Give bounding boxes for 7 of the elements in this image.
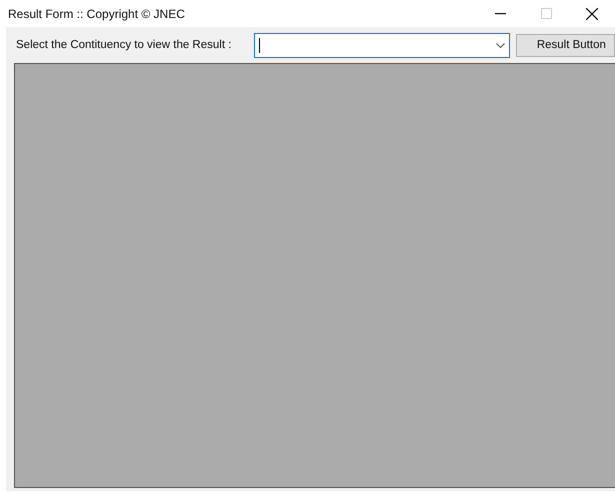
- close-icon[interactable]: [586, 8, 598, 20]
- minimize-icon[interactable]: [494, 12, 506, 14]
- result-button[interactable]: Result Button: [516, 34, 615, 56]
- chevron-down-icon: [496, 42, 505, 48]
- constituency-label: Select the Contituency to view the Result :: [16, 39, 232, 51]
- constituency-dropdown[interactable]: [254, 32, 510, 58]
- window-title: Result Form :: Copyright © JNEC: [8, 6, 186, 20]
